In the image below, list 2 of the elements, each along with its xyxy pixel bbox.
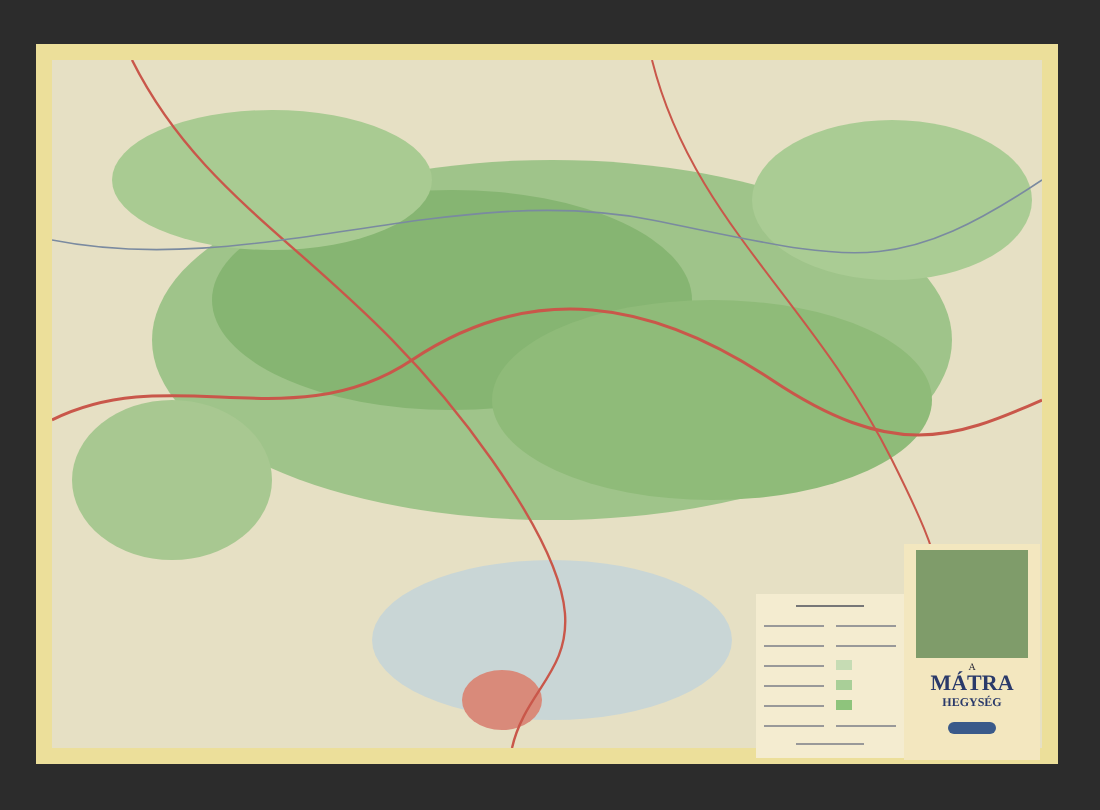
cover-title: MÁTRA xyxy=(930,674,1014,696)
photo-placeholder xyxy=(916,550,1028,658)
